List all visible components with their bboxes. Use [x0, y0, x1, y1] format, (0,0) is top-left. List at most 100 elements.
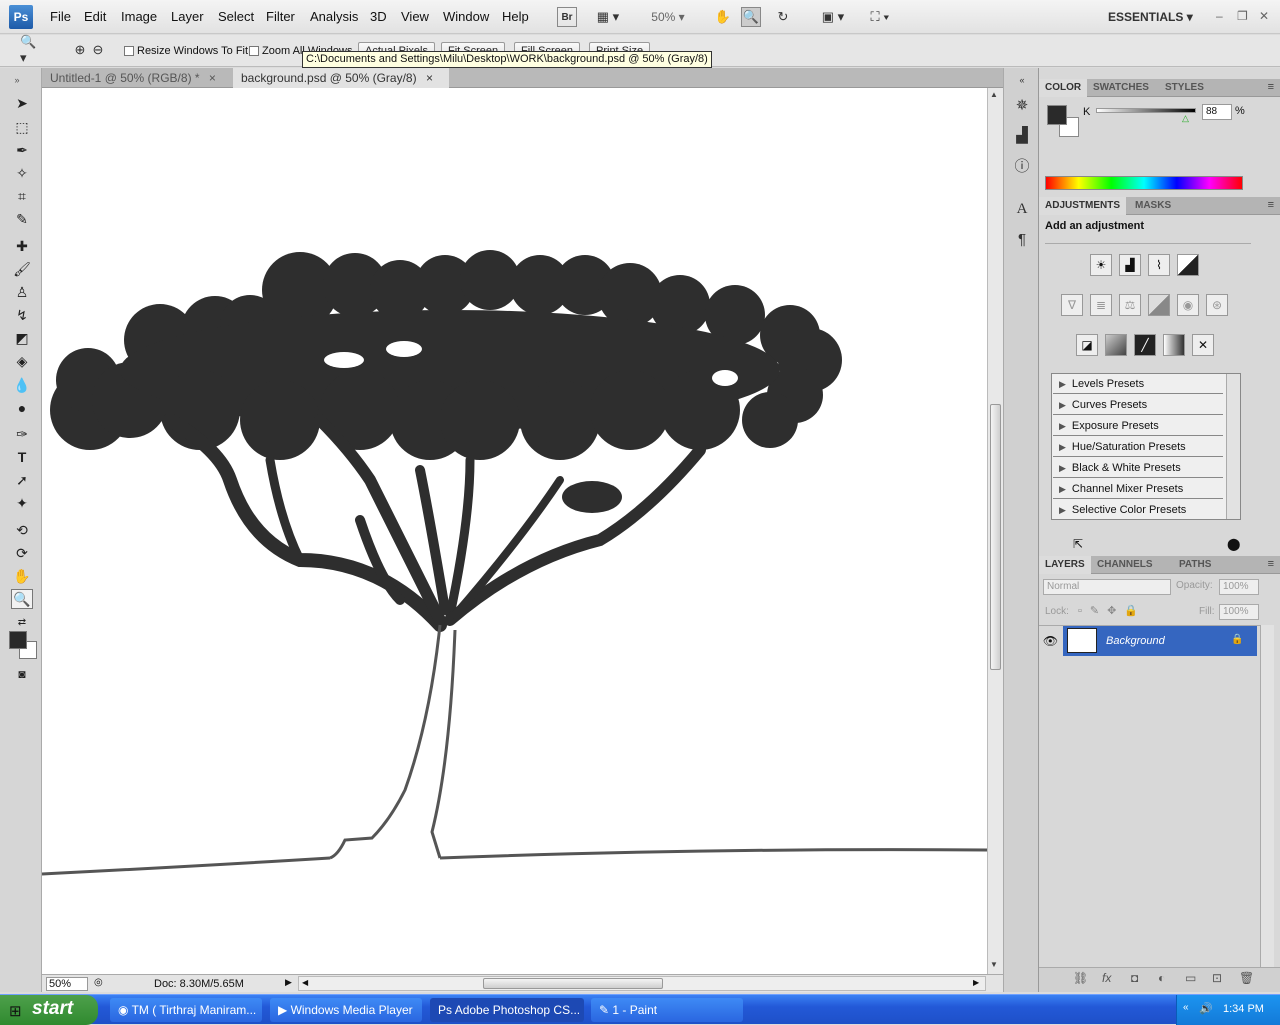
document-canvas[interactable]	[42, 88, 987, 974]
scroll-left-icon[interactable]: ◀	[302, 978, 308, 987]
new-group-icon[interactable]: ▭	[1185, 971, 1196, 985]
fill-field[interactable]: 100%	[1219, 604, 1259, 620]
zoom-tool-box-icon[interactable]: 🔍	[11, 589, 33, 609]
scroll-up-icon[interactable]: ▲	[990, 90, 998, 99]
tool-preset-icon[interactable]: 🔍▾	[20, 34, 40, 65]
task-photoshop[interactable]: Ps Adobe Photoshop CS...	[430, 998, 584, 1022]
tab-close-icon[interactable]: ×	[426, 71, 433, 85]
menu-filter[interactable]: Filter	[266, 9, 295, 24]
volume-icon[interactable]: 🔊	[1199, 1002, 1213, 1015]
healing-brush-icon[interactable]: ✚	[11, 236, 33, 256]
zoom-level-dropdown[interactable]: 50% ▾	[645, 7, 691, 27]
invert-icon[interactable]: ◪	[1076, 334, 1098, 356]
dodge-tool-icon[interactable]: ●	[11, 398, 33, 418]
magic-wand-icon[interactable]: ✧	[11, 163, 33, 183]
task-chrome[interactable]: ◉ TM ( Tirthraj Maniram...	[110, 998, 262, 1022]
slider-triangle-icon[interactable]: △	[1182, 113, 1189, 124]
minimize-icon[interactable]: –	[1216, 9, 1223, 23]
status-menu-arrow-icon[interactable]: ▶	[285, 977, 292, 988]
rotate-view-icon[interactable]: ↻	[773, 7, 793, 27]
info-icon[interactable]: ⓘ	[1012, 155, 1032, 175]
k-value-field[interactable]: 88	[1202, 104, 1232, 120]
3d-rotate-icon[interactable]: ⟲	[11, 520, 33, 540]
preset-hue-saturation[interactable]: ▶ Hue/Saturation Presets	[1053, 437, 1223, 457]
preset-exposure[interactable]: ▶ Exposure Presets	[1053, 416, 1223, 436]
tab-styles[interactable]: STYLES	[1159, 79, 1210, 97]
zoom-out-icon[interactable]: ⊖	[88, 40, 108, 60]
vertical-scroll-thumb[interactable]	[990, 404, 1001, 670]
exposure-icon[interactable]	[1177, 254, 1199, 276]
hand-tool-icon[interactable]: ✋	[713, 7, 733, 27]
preset-levels[interactable]: ▶ Levels Presets	[1053, 374, 1223, 394]
shape-tool-icon[interactable]: ✦	[11, 493, 33, 513]
adjustment-return-icon[interactable]: ⇱	[1073, 537, 1083, 551]
layer-style-icon[interactable]: fx	[1102, 971, 1111, 985]
opacity-field[interactable]: 100%	[1219, 579, 1259, 595]
tab-untitled-1[interactable]: Untitled-1 @ 50% (RGB/8) * ×	[42, 68, 232, 88]
color-fg-swatch[interactable]	[1047, 105, 1067, 125]
restore-icon[interactable]: ❐	[1237, 9, 1248, 23]
resize-windows-checkbox[interactable]: Resize Windows To Fit	[124, 45, 248, 57]
brush-tool-icon[interactable]: 🖌	[11, 259, 33, 279]
preset-selective-color[interactable]: ▶ Selective Color Presets	[1053, 500, 1223, 520]
horizontal-scroll-thumb[interactable]	[483, 978, 663, 989]
panel-menu-icon[interactable]: ≡	[1268, 81, 1274, 93]
selective-color-icon[interactable]: ✕	[1192, 334, 1214, 356]
history-brush-icon[interactable]: ↯	[11, 305, 33, 325]
type-tool-icon[interactable]: T	[11, 447, 33, 467]
marquee-tool-icon[interactable]: ⬚	[11, 117, 33, 137]
horizontal-scrollbar[interactable]: ◀ ▶	[298, 976, 986, 991]
zoom-in-icon[interactable]: ⊕	[70, 40, 90, 60]
arrange-documents-icon[interactable]: ▣ ▾	[817, 7, 849, 27]
menu-edit[interactable]: Edit	[84, 9, 106, 24]
new-adjustment-icon[interactable]: ◐	[1158, 971, 1165, 985]
preset-curves[interactable]: ▶ Curves Presets	[1053, 395, 1223, 415]
tab-background[interactable]: background.psd @ 50% (Gray/8) ×	[233, 68, 449, 88]
curves-icon[interactable]: ⌇	[1148, 254, 1170, 276]
scroll-down-icon[interactable]: ▼	[990, 960, 998, 969]
task-media-player[interactable]: ▶ Windows Media Player	[270, 998, 422, 1022]
add-mask-icon[interactable]: ◘	[1131, 971, 1138, 985]
view-extras-icon[interactable]: ▦ ▾	[592, 7, 624, 27]
crop-tool-icon[interactable]: ⌗	[11, 186, 33, 206]
new-layer-icon[interactable]: ⊡	[1212, 971, 1222, 985]
paragraph-icon[interactable]: ¶	[1012, 229, 1032, 249]
pen-tool-icon[interactable]: ✑	[11, 424, 33, 444]
eraser-icon[interactable]: ◩	[11, 328, 33, 348]
blend-mode-select[interactable]: Normal	[1043, 579, 1171, 595]
layers-scrollbar[interactable]	[1260, 625, 1274, 967]
tray-expand-icon[interactable]: «	[1183, 1002, 1189, 1013]
clone-stamp-icon[interactable]: ♙	[11, 282, 33, 302]
hand-tool-box-icon[interactable]: ✋	[11, 566, 33, 586]
gradient-map-icon[interactable]	[1163, 334, 1185, 356]
move-tool-icon[interactable]: ➤	[11, 93, 33, 113]
scroll-right-icon[interactable]: ▶	[973, 978, 979, 987]
presets-scrollbar[interactable]	[1226, 374, 1240, 519]
posterize-icon[interactable]	[1105, 334, 1127, 356]
quick-mask-icon[interactable]: ◙	[11, 664, 33, 684]
menu-3d[interactable]: 3D	[370, 9, 387, 24]
menu-window[interactable]: Window	[443, 9, 489, 24]
tab-adjustments[interactable]: ADJUSTMENTS	[1039, 197, 1127, 215]
menu-help[interactable]: Help	[502, 9, 529, 24]
vertical-scrollbar[interactable]: ▲ ▼	[987, 88, 1003, 974]
status-options-icon[interactable]: ◎	[94, 977, 103, 988]
brightness-icon[interactable]: ☀	[1090, 254, 1112, 276]
menu-file[interactable]: File	[50, 9, 71, 24]
delete-layer-icon[interactable]: 🗑	[1239, 971, 1254, 985]
eyedropper-icon[interactable]: ✎	[11, 209, 33, 229]
preset-channel-mixer[interactable]: ▶ Channel Mixer Presets	[1053, 479, 1223, 499]
link-layers-icon[interactable]: ⛓	[1073, 971, 1088, 985]
histogram-icon[interactable]: ▟	[1012, 125, 1032, 145]
close-icon[interactable]: ✕	[1259, 9, 1269, 23]
menu-analysis[interactable]: Analysis	[310, 9, 358, 24]
tab-channels[interactable]: CHANNELS	[1091, 556, 1159, 574]
swap-colors-icon[interactable]: ⇄	[11, 612, 33, 632]
workspace-switcher[interactable]: ESSENTIALS ▾	[1108, 10, 1195, 24]
channel-mixer-icon[interactable]: ⊛	[1206, 294, 1228, 316]
tab-layers[interactable]: LAYERS	[1039, 556, 1091, 574]
hue-saturation-icon[interactable]: ≣	[1090, 294, 1112, 316]
task-paint[interactable]: ✎ 1 - Paint	[591, 998, 743, 1022]
navigator-icon[interactable]: ✵	[1012, 95, 1032, 115]
lasso-tool-icon[interactable]: ✒	[11, 140, 33, 160]
